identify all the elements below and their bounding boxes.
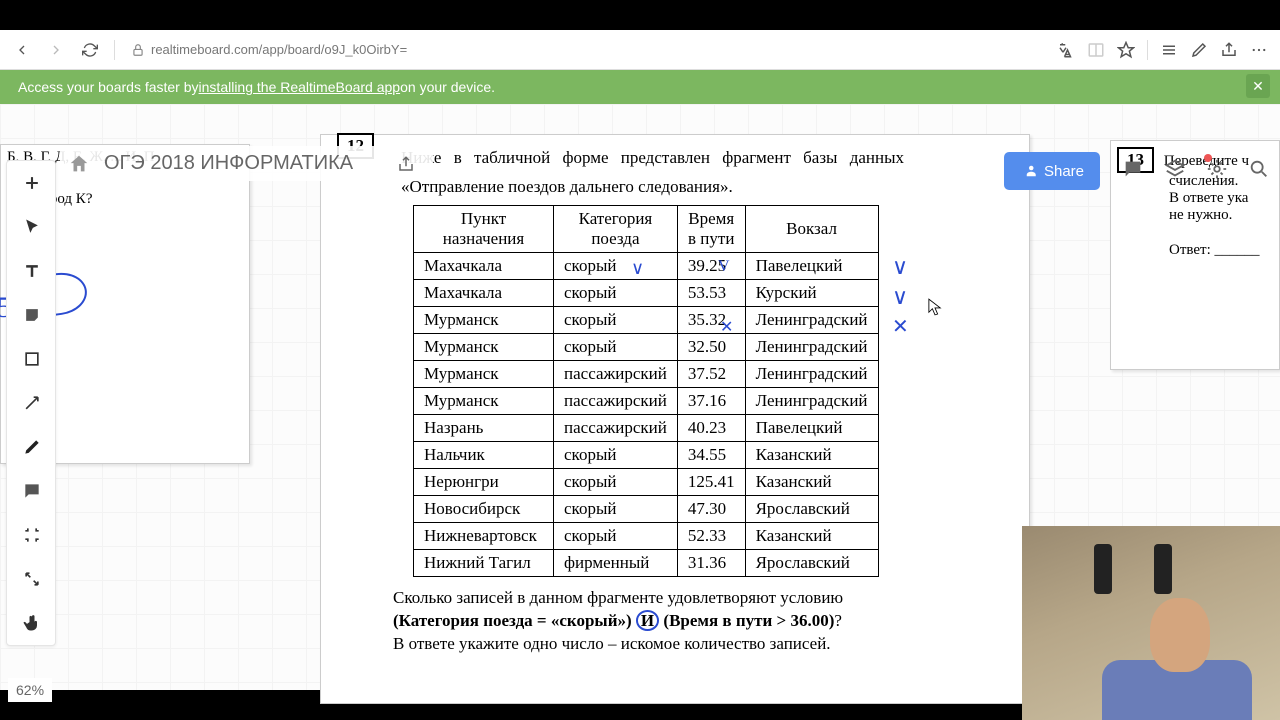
zoom-level[interactable]: 62% — [8, 678, 52, 702]
table-row: Новосибирскскорый47.30Ярославский — [414, 495, 879, 522]
export-icon[interactable] — [397, 155, 415, 173]
table-row: Нальчикскорый34.55Казанский — [414, 441, 879, 468]
share-button[interactable]: Share — [1004, 152, 1100, 190]
translate-icon[interactable] — [1057, 41, 1075, 59]
table-row: Нижний Тагилфирменный31.36Ярославский — [414, 549, 879, 576]
refresh-button[interactable] — [76, 36, 104, 64]
person-add-icon — [1020, 162, 1038, 180]
star-icon[interactable] — [1117, 41, 1135, 59]
line-tool[interactable] — [7, 381, 57, 425]
table-row: Мурманскскорый32.50Ленинградский — [414, 333, 879, 360]
home-icon[interactable] — [68, 153, 90, 175]
back-button[interactable] — [8, 36, 36, 64]
table-row: Махачкаласкорый39.25Павелецкий — [414, 252, 879, 279]
text-tool[interactable] — [7, 249, 57, 293]
browser-toolbar: realtimeboard.com/app/board/o9J_k0OirbY= — [0, 30, 1280, 70]
close-banner-button[interactable]: ✕ — [1246, 74, 1270, 98]
url-text: realtimeboard.com/app/board/o9J_k0OirbY= — [151, 42, 407, 57]
table-row: Нерюнгрискорый125.41Казанский — [414, 468, 879, 495]
table-row: Мурманскпассажирский37.52Ленинградский — [414, 360, 879, 387]
address-bar[interactable]: realtimeboard.com/app/board/o9J_k0OirbY= — [125, 42, 1051, 57]
select-tool[interactable] — [7, 205, 57, 249]
annotation-cross: ✕ — [720, 317, 733, 337]
notification-dot — [1204, 154, 1212, 162]
tools-toolbar — [6, 160, 56, 646]
comment-panel-icon[interactable] — [1122, 158, 1144, 180]
forward-button[interactable] — [42, 36, 70, 64]
install-banner: Access your boards faster by installing … — [0, 70, 1280, 104]
search-app-icon[interactable] — [1248, 158, 1270, 180]
train-table: Пункт назначения Категория поезда Время … — [413, 205, 879, 577]
hand-tool[interactable] — [7, 601, 57, 645]
notes-icon[interactable] — [1190, 41, 1208, 59]
sticky-tool[interactable] — [7, 293, 57, 337]
table-row: Махачкаласкорый53.53Курский — [414, 279, 879, 306]
add-tool[interactable] — [7, 161, 57, 205]
fit-tool[interactable] — [7, 557, 57, 601]
board-header: ОГЭ 2018 ИНФОРМАТИКА — [60, 146, 433, 181]
more-icon[interactable] — [1250, 41, 1268, 59]
share-browser-icon[interactable] — [1220, 41, 1238, 59]
pen-tool[interactable] — [7, 425, 57, 469]
reading-icon[interactable] — [1087, 41, 1105, 59]
cursor-icon — [928, 298, 942, 316]
install-link[interactable]: installing the RealtimeBoard app — [199, 79, 401, 95]
table-row: Мурманскскорый35.32Ленинградский — [414, 306, 879, 333]
hub-icon[interactable] — [1160, 41, 1178, 59]
lock-icon — [131, 43, 145, 57]
table-row: Мурманскпассажирский37.16Ленинградский — [414, 387, 879, 414]
frame-main: 12 Ниже в табличной форме представлен фр… — [320, 134, 1030, 704]
annotation-check: V — [718, 258, 730, 276]
webcam-overlay — [1022, 526, 1280, 720]
table-row: Нижневартовскскорый52.33Казанский — [414, 522, 879, 549]
table-row: Назраньпассажирский40.23Павелецкий — [414, 414, 879, 441]
shape-tool[interactable] — [7, 337, 57, 381]
comment-tool[interactable] — [7, 469, 57, 513]
help-icon[interactable] — [1164, 158, 1186, 180]
frame-tool[interactable] — [7, 513, 57, 557]
board-title[interactable]: ОГЭ 2018 ИНФОРМАТИКА — [104, 152, 353, 175]
annotation-check: ∨ — [631, 258, 644, 279]
top-right-toolbar — [1122, 158, 1270, 180]
